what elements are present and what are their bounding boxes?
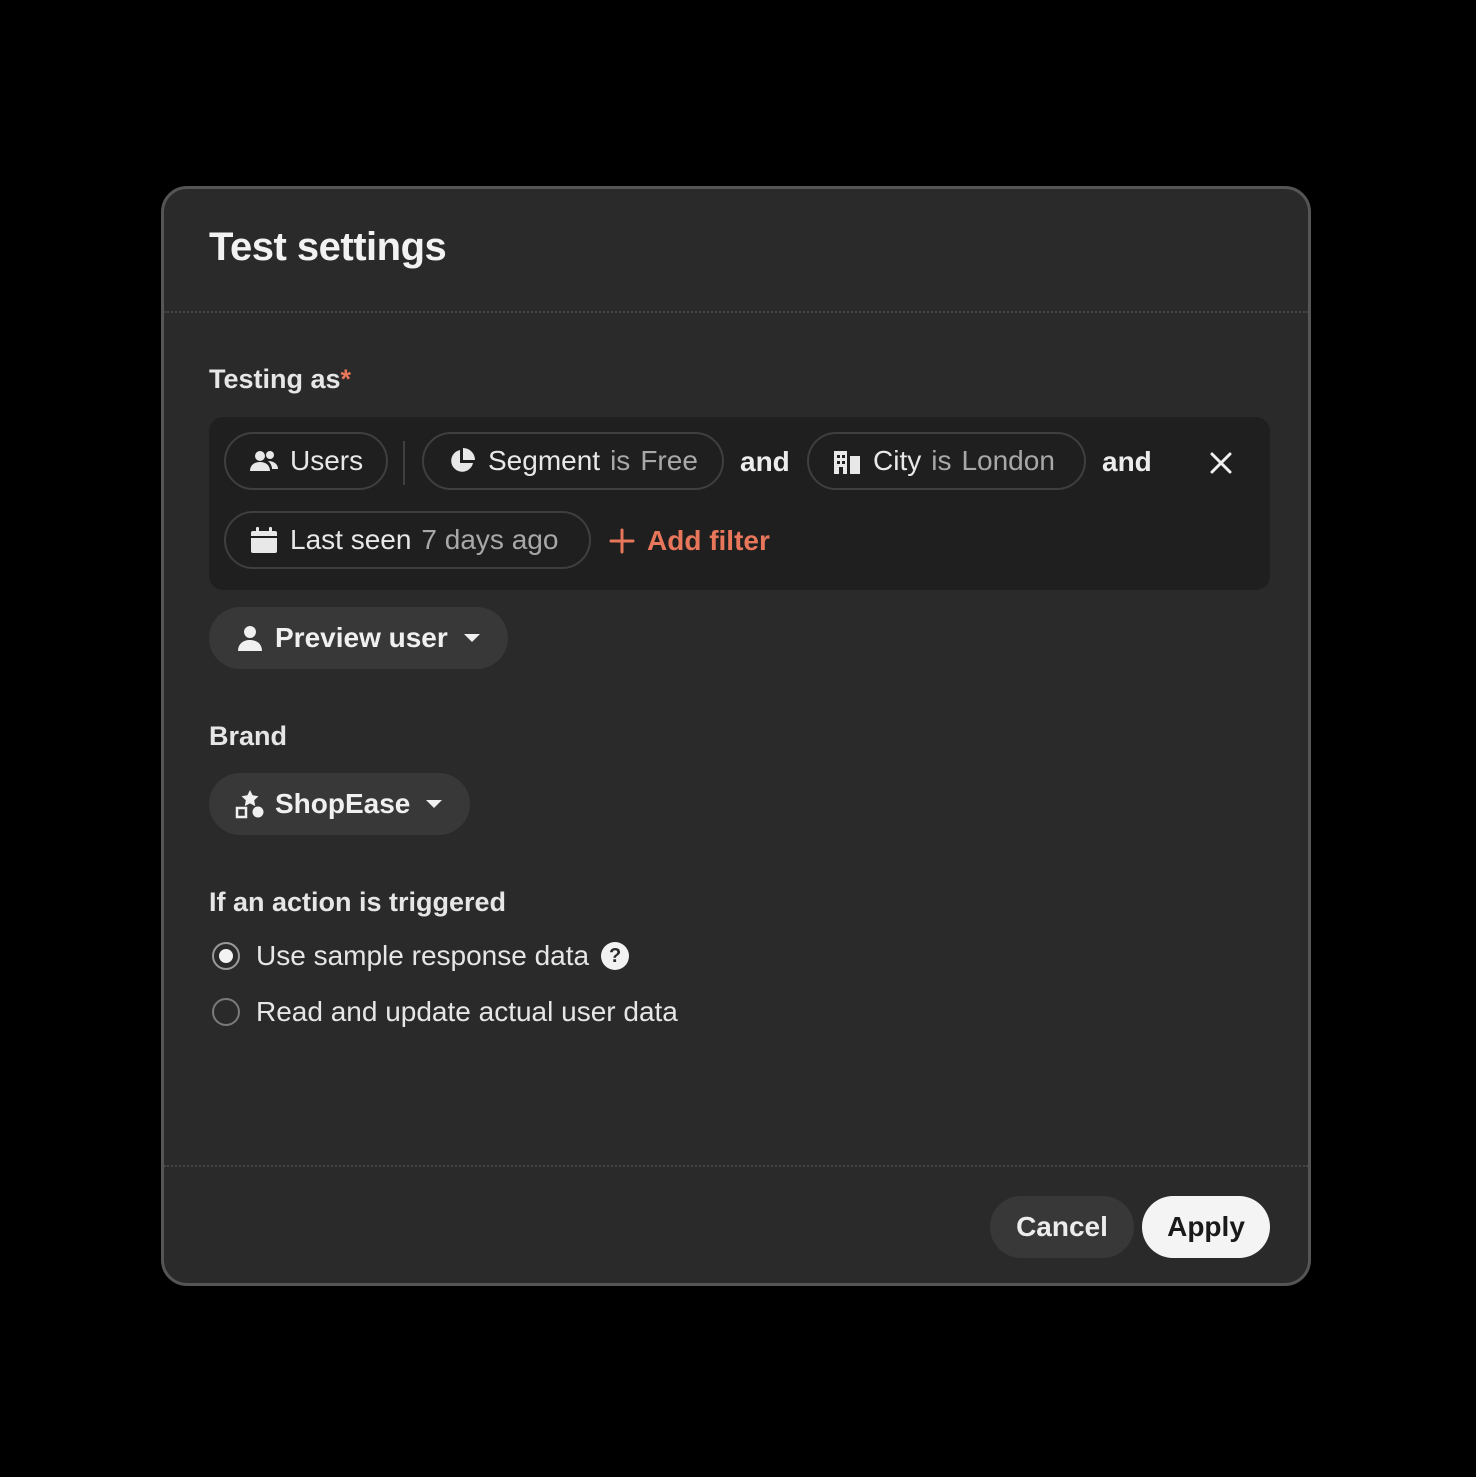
action-triggered-label: If an action is triggered [209,887,507,917]
cancel-button[interactable]: Cancel [990,1196,1134,1258]
dialog-title: Test settings [209,225,447,269]
radio-button-checked[interactable] [212,942,240,970]
chip-separator [403,441,405,485]
radio-use-sample-data[interactable]: Use sample response data ? [212,940,630,972]
conjunction-and: and [740,446,790,477]
test-settings-dialog: Test settings Testing as* Users Segment … [161,186,1311,1286]
close-icon [1210,452,1232,474]
required-marker: * [340,364,352,394]
brand-label: Brand [209,721,288,751]
add-filter-button[interactable]: Add filter [607,525,770,557]
chevron-down-icon [462,628,482,648]
shapes-icon [235,789,265,819]
help-icon[interactable]: ? [601,942,630,970]
apply-button[interactable]: Apply [1142,1196,1270,1258]
filter-chip-segment[interactable]: Segment is Free [422,432,724,490]
testing-as-label: Testing as* [209,364,352,394]
filter-chip-city[interactable]: City is London [807,432,1086,490]
conjunction-and: and [1102,446,1152,477]
users-icon [248,445,280,477]
brand-dropdown[interactable]: ShopEase [209,773,471,835]
plus-icon [607,526,637,556]
footer-divider [164,1165,1308,1167]
chevron-down-icon [424,794,444,814]
clear-filters-button[interactable] [1205,447,1237,479]
filter-builder: Users Segment is Free and City is London… [209,417,1270,590]
city-icon [831,445,863,477]
audience-chip-users[interactable]: Users [224,432,388,490]
filter-chip-last-seen[interactable]: Last seen 7 days ago [224,511,591,569]
calendar-icon [248,524,280,556]
radio-read-update-actual-data[interactable]: Read and update actual user data [212,996,678,1028]
radio-button-unchecked[interactable] [212,998,240,1026]
preview-user-dropdown[interactable]: Preview user [209,607,508,669]
user-icon [235,623,265,653]
pie-chart-icon [446,445,478,477]
header-divider [164,311,1308,313]
